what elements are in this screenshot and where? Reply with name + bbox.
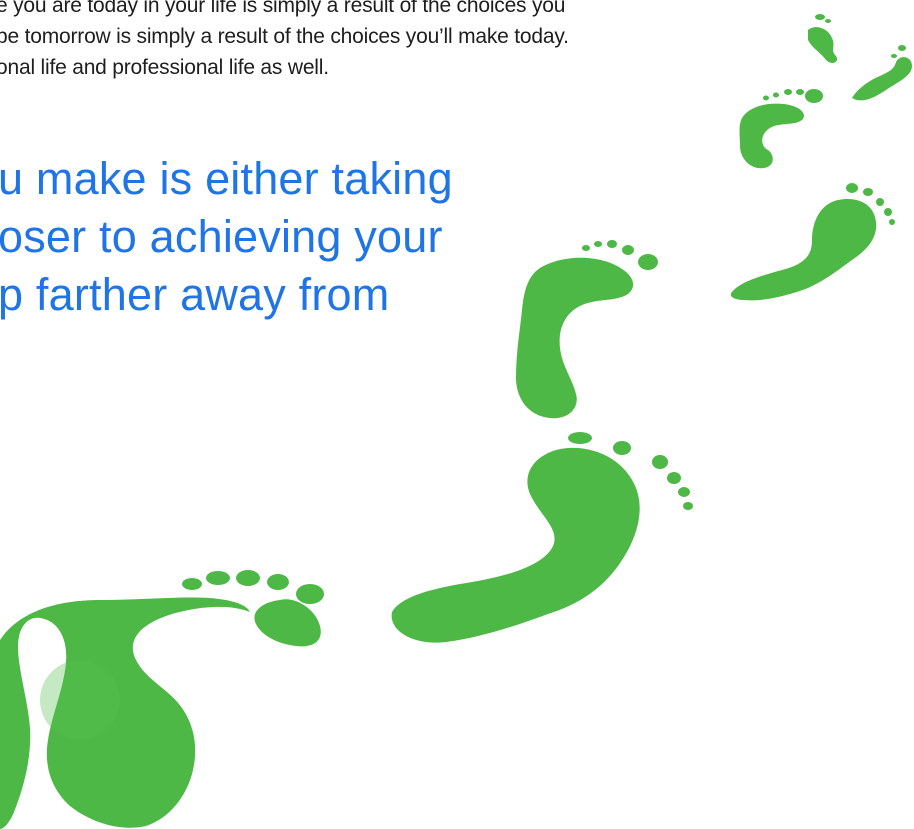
slide-page: e you are today in your life is simply a… bbox=[0, 0, 914, 829]
footprint-4-icon bbox=[730, 183, 895, 301]
footprint-3-icon bbox=[739, 89, 823, 169]
body-line-1: e you are today in your life is simply a… bbox=[0, 0, 566, 17]
footprint-2-icon bbox=[852, 45, 912, 101]
quote-line-3: p farther away from bbox=[0, 269, 390, 320]
quote-line-2: oser to achieving your bbox=[0, 211, 443, 262]
footprint-6-icon bbox=[391, 432, 693, 643]
footprint-5-icon bbox=[516, 240, 658, 419]
body-line-3: onal life and professional life as well. bbox=[0, 56, 329, 79]
footprints-illustration bbox=[0, 14, 912, 829]
highlight-quote: u make is either taking oser to achievin… bbox=[0, 150, 453, 324]
footprint-7-icon bbox=[0, 570, 324, 829]
body-line-2: be tomorrow is simply a result of the ch… bbox=[0, 25, 569, 48]
body-paragraph: e you are today in your life is simply a… bbox=[0, 0, 816, 83]
quote-line-1: u make is either taking bbox=[0, 153, 453, 204]
